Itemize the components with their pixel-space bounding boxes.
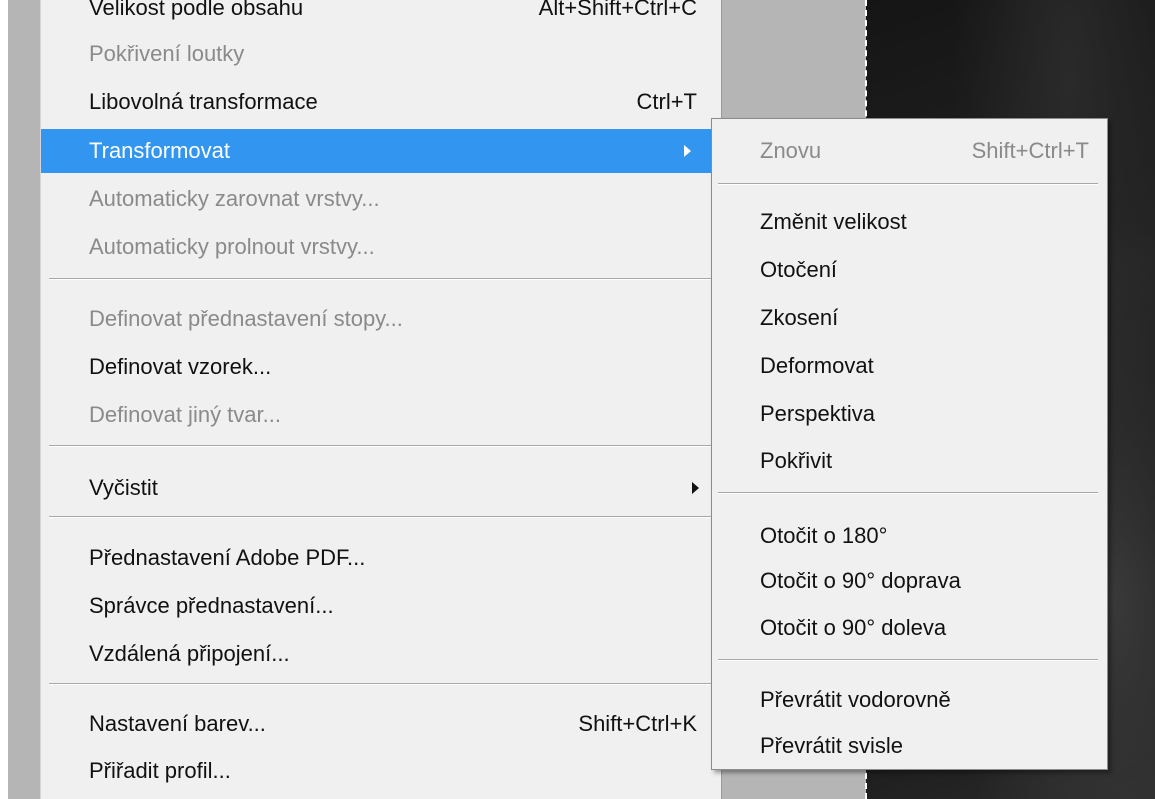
menu-item-remote-connections[interactable]: Vzdálená připojení... xyxy=(41,632,721,676)
menu-item-define-brush-preset[interactable]: Definovat přednastavení stopy... xyxy=(41,297,721,341)
submenu-item-label: Zkosení xyxy=(760,305,839,330)
transform-submenu: Znovu Shift+Ctrl+T Změnit velikost Otoče… xyxy=(711,118,1108,770)
menu-item-label: Přiřadit profil... xyxy=(89,758,231,783)
submenu-item-label: Otočit o 90° doleva xyxy=(760,615,947,640)
menu-item-color-settings[interactable]: Nastavení barev... Shift+Ctrl+K xyxy=(41,702,721,746)
menu-item-puppet-warp[interactable]: Pokřivení loutky xyxy=(41,32,721,76)
menu-item-label: Libovolná transformace xyxy=(89,89,318,114)
submenu-item-rotate-180[interactable]: Otočit o 180° xyxy=(712,516,1107,556)
submenu-separator xyxy=(718,183,1098,185)
menu-item-shortcut: Alt+Shift+Ctrl+C xyxy=(538,0,697,20)
window-edge xyxy=(0,0,8,799)
submenu-arrow-icon xyxy=(692,482,699,494)
menu-item-label: Automaticky prolnout vrstvy... xyxy=(89,234,375,259)
submenu-item-shortcut: Shift+Ctrl+T xyxy=(971,138,1089,163)
menu-item-transform[interactable]: Transformovat xyxy=(41,129,713,173)
submenu-item-rotate[interactable]: Otočení xyxy=(712,250,1107,290)
menu-item-free-transform[interactable]: Libovolná transformace Ctrl+T xyxy=(41,80,721,124)
submenu-item-rotate-90-cw[interactable]: Otočit o 90° doprava xyxy=(712,561,1107,601)
menu-item-shortcut: Shift+Ctrl+K xyxy=(578,711,697,736)
menu-separator xyxy=(49,445,713,447)
submenu-item-label: Otočit o 180° xyxy=(760,523,888,548)
menu-item-label: Pokřivení loutky xyxy=(89,41,245,66)
menu-item-label: Vzdálená připojení... xyxy=(89,641,290,666)
submenu-item-distort[interactable]: Deformovat xyxy=(712,346,1107,386)
menu-item-adobe-pdf-presets[interactable]: Přednastavení Adobe PDF... xyxy=(41,536,721,580)
menu-item-label: Správce přednastavení... xyxy=(89,593,334,618)
submenu-item-rotate-90-ccw[interactable]: Otočit o 90° doleva xyxy=(712,608,1107,648)
submenu-arrow-icon xyxy=(684,145,691,157)
menu-item-label: Nastavení barev... xyxy=(89,711,266,736)
menu-separator xyxy=(49,278,713,280)
submenu-item-flip-horizontal[interactable]: Převrátit vodorovně xyxy=(712,680,1107,720)
menu-separator xyxy=(49,516,713,518)
submenu-separator xyxy=(718,659,1098,661)
submenu-item-label: Znovu xyxy=(760,138,822,163)
submenu-item-scale[interactable]: Změnit velikost xyxy=(712,202,1107,242)
submenu-item-label: Otočit o 90° doprava xyxy=(760,568,961,593)
submenu-item-label: Změnit velikost xyxy=(760,209,907,234)
menu-item-label: Velikost podle obsahu xyxy=(89,0,304,20)
submenu-item-label: Otočení xyxy=(760,257,838,282)
menu-item-auto-blend-layers[interactable]: Automaticky prolnout vrstvy... xyxy=(41,225,721,269)
submenu-item-label: Deformovat xyxy=(760,353,874,378)
menu-item-label: Vyčistit xyxy=(89,475,158,500)
menu-item-define-pattern[interactable]: Definovat vzorek... xyxy=(41,345,721,389)
menu-item-assign-profile[interactable]: Přiřadit profil... xyxy=(41,749,721,793)
submenu-item-label: Převrátit vodorovně xyxy=(760,687,951,712)
menu-item-label: Definovat přednastavení stopy... xyxy=(89,306,403,331)
menu-item-auto-align-layers[interactable]: Automaticky zarovnat vrstvy... xyxy=(41,177,721,221)
submenu-item-perspective[interactable]: Perspektiva xyxy=(712,394,1107,434)
submenu-item-again[interactable]: Znovu Shift+Ctrl+T xyxy=(712,131,1107,171)
submenu-item-label: Převrátit svisle xyxy=(760,733,904,758)
menu-item-preset-manager[interactable]: Správce přednastavení... xyxy=(41,584,721,628)
submenu-item-warp[interactable]: Pokřivit xyxy=(712,441,1107,481)
menu-item-define-custom-shape[interactable]: Definovat jiný tvar... xyxy=(41,393,721,437)
menu-item-purge[interactable]: Vyčistit xyxy=(41,466,721,510)
menu-item-label: Definovat jiný tvar... xyxy=(89,402,281,427)
submenu-item-skew[interactable]: Zkosení xyxy=(712,298,1107,338)
submenu-item-label: Perspektiva xyxy=(760,401,875,426)
menu-item-label: Definovat vzorek... xyxy=(89,354,272,379)
menu-separator xyxy=(49,683,713,685)
menu-item-shortcut: Ctrl+T xyxy=(636,89,698,114)
submenu-separator xyxy=(718,492,1098,494)
edit-menu: Velikost podle obsahu Alt+Shift+Ctrl+C P… xyxy=(40,0,722,799)
menu-item-fit-to-content[interactable]: Velikost podle obsahu Alt+Shift+Ctrl+C xyxy=(41,0,721,30)
menu-item-label: Transformovat xyxy=(89,138,231,163)
submenu-item-label: Pokřivit xyxy=(760,448,833,473)
menu-item-label: Přednastavení Adobe PDF... xyxy=(89,545,366,570)
submenu-item-flip-vertical[interactable]: Převrátit svisle xyxy=(712,726,1107,766)
menu-item-label: Automaticky zarovnat vrstvy... xyxy=(89,186,380,211)
